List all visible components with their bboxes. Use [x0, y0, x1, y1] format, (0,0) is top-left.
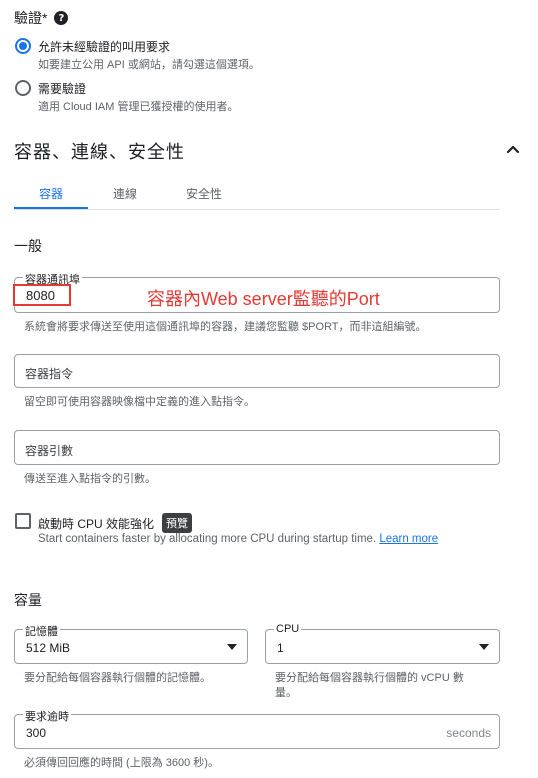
capacity-heading: 容量: [14, 592, 42, 608]
help-icon[interactable]: ?: [54, 11, 69, 25]
auth-option-allow-label[interactable]: 允許未經驗證的叫用要求: [38, 38, 170, 55]
auth-option-allow[interactable]: [15, 38, 31, 54]
cpu-helper-line2: 量。: [275, 687, 297, 699]
tab-networking[interactable]: 連線: [88, 178, 162, 209]
cpu-boost-checkbox[interactable]: [15, 513, 31, 529]
auth-option-require-desc: 適用 Cloud IAM 管理已獲授權的使用者。: [38, 101, 239, 113]
memory-select[interactable]: 記憶體 512 MiB: [14, 623, 248, 664]
cpu-value: 1: [277, 641, 284, 655]
radio-allow-unauthenticated[interactable]: [15, 38, 31, 54]
annotation-text: 容器內Web server監聽的Port: [147, 289, 380, 309]
general-heading: 一般: [14, 238, 42, 254]
memory-dropdown-icon[interactable]: [227, 644, 237, 650]
cpu-label: CPU: [274, 623, 302, 635]
chevron-up-icon[interactable]: [506, 142, 520, 156]
request-timeout-field[interactable]: 要求逾時 300 seconds: [14, 708, 500, 749]
auth-title: 驗證* ?: [14, 8, 69, 28]
container-args-placeholder: 容器引數: [25, 444, 74, 458]
container-command-placeholder: 容器指令: [25, 367, 74, 381]
cpu-boost-desc: Start containers faster by allocating mo…: [38, 533, 438, 545]
annotation-box: [13, 284, 71, 306]
section-title: 容器、連線、安全性: [14, 142, 185, 162]
auth-title-text: 驗證*: [14, 10, 48, 26]
request-timeout-suffix: seconds: [446, 726, 491, 740]
memory-helper: 要分配給每個容器執行個體的記憶體。: [24, 672, 211, 684]
cpu-boost-desc-text: Start containers faster by allocating mo…: [38, 533, 377, 545]
request-timeout-helper: 必須傳回回應的時間 (上限為 3600 秒)。: [24, 757, 219, 769]
memory-value: 512 MiB: [26, 641, 71, 655]
tab-active-indicator: [14, 207, 88, 209]
request-timeout-label: 要求逾時: [23, 708, 71, 724]
auth-option-allow-desc: 如要建立公用 API 或網站，請勾選這個選項。: [38, 59, 260, 71]
cpu-dropdown-icon[interactable]: [479, 644, 489, 650]
memory-label: 記憶體: [23, 623, 60, 639]
container-args-field[interactable]: 容器引數: [14, 430, 500, 465]
auth-option-require-label[interactable]: 需要驗證: [38, 80, 86, 97]
tab-security[interactable]: 安全性: [162, 178, 246, 209]
cpu-select[interactable]: CPU 1: [265, 623, 500, 664]
auth-option-require[interactable]: [15, 80, 31, 96]
tab-bar: 容器 連線 安全性: [14, 178, 500, 210]
container-args-helper: 傳送至進入點指令的引數。: [24, 473, 156, 485]
container-command-helper: 留空即可使用容器映像檔中定義的進入點指令。: [24, 396, 255, 408]
request-timeout-value[interactable]: 300: [26, 726, 46, 740]
container-port-helper: 系統會將要求傳送至使用這個通訊埠的容器，建議您監聽 $PORT，而非這組編號。: [24, 321, 427, 333]
cpu-boost-row: 啟動時 CPU 效能強化 預覽: [38, 513, 193, 533]
container-command-field[interactable]: 容器指令: [14, 354, 500, 388]
cpu-helper-line1: 要分配給每個容器執行個體的 vCPU 數: [275, 672, 464, 684]
radio-require-auth[interactable]: [15, 80, 31, 96]
cpu-boost-label[interactable]: 啟動時 CPU 效能強化: [38, 515, 154, 532]
tab-container[interactable]: 容器: [14, 178, 88, 209]
preview-badge: 預覽: [162, 513, 193, 533]
learn-more-link[interactable]: Learn more: [379, 533, 438, 545]
